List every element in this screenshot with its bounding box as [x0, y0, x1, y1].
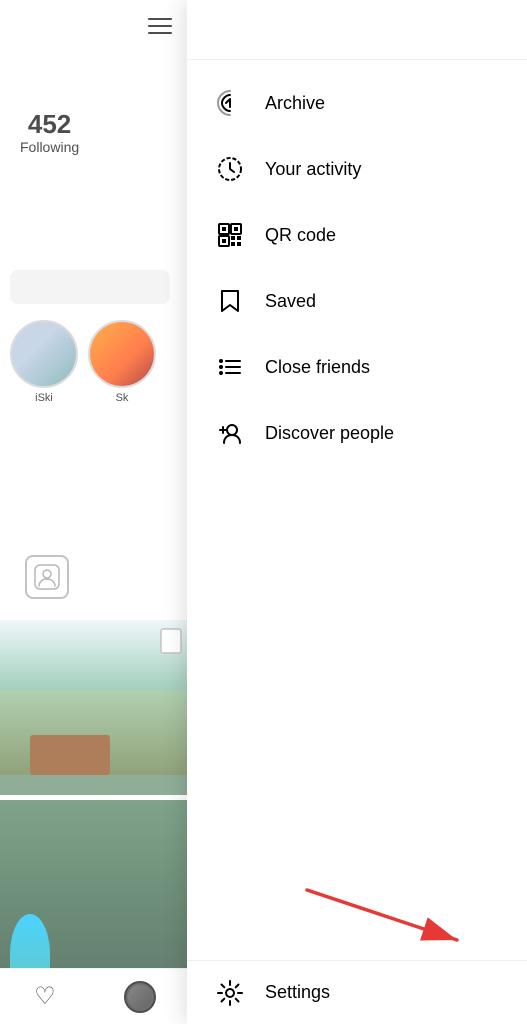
- settings-row[interactable]: Settings: [187, 960, 527, 1024]
- menu-item-archive[interactable]: Archive: [187, 70, 527, 136]
- arrow-area: [187, 910, 527, 960]
- archive-label: Archive: [265, 93, 325, 114]
- archive-icon: [215, 88, 245, 118]
- settings-icon: [215, 978, 245, 1008]
- menu-item-your-activity[interactable]: Your activity: [187, 136, 527, 202]
- saved-icon: [215, 286, 245, 316]
- close-friends-icon: [215, 352, 245, 382]
- saved-label: Saved: [265, 291, 316, 312]
- menu-item-close-friends[interactable]: Close friends: [187, 334, 527, 400]
- qr-code-label: QR code: [265, 225, 336, 246]
- menu-item-qr-code[interactable]: QR code: [187, 202, 527, 268]
- dropdown-top-space: [187, 0, 527, 60]
- red-arrow: [297, 880, 497, 960]
- discover-people-icon: [215, 418, 245, 448]
- menu-item-saved[interactable]: Saved: [187, 268, 527, 334]
- menu-item-discover-people[interactable]: Discover people: [187, 400, 527, 466]
- dropdown-panel: Archive Your activity: [187, 0, 527, 1024]
- qr-code-icon: [215, 220, 245, 250]
- menu-items: Archive Your activity: [187, 60, 527, 910]
- your-activity-label: Your activity: [265, 159, 361, 180]
- your-activity-icon: [215, 154, 245, 184]
- close-friends-label: Close friends: [265, 357, 370, 378]
- discover-people-label: Discover people: [265, 423, 394, 444]
- settings-label: Settings: [265, 982, 330, 1003]
- left-overlay: [0, 0, 190, 1024]
